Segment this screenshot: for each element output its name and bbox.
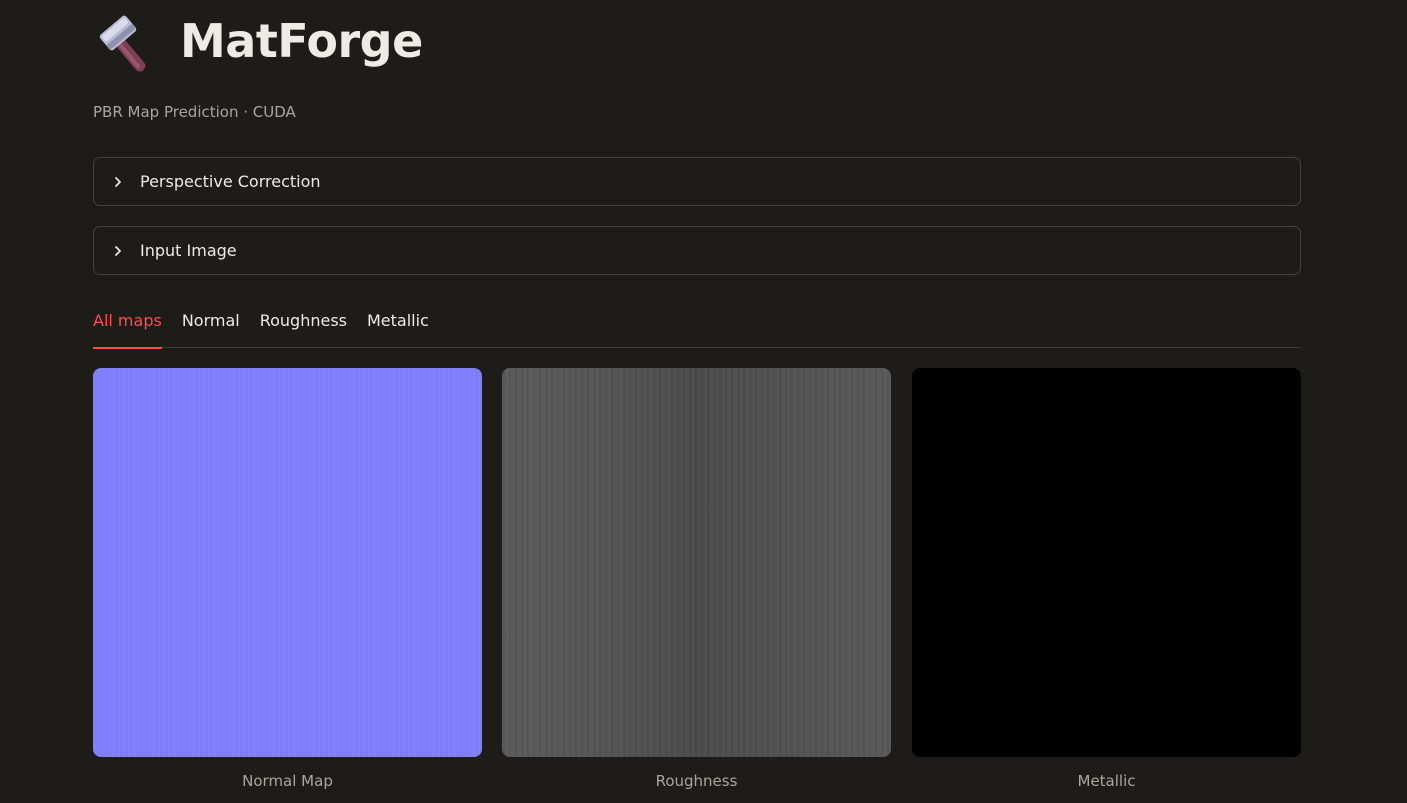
expander-label: Perspective Correction: [140, 172, 321, 191]
roughness-map-image[interactable]: [502, 368, 891, 757]
chevron-right-icon: [113, 176, 135, 188]
perspective-correction-expander[interactable]: Perspective Correction: [93, 157, 1301, 206]
normal-map-image[interactable]: [93, 368, 482, 757]
maps-grid: Normal Map Roughness Metallic: [93, 368, 1301, 798]
tab-normal[interactable]: Normal: [182, 306, 240, 348]
roughness-map-caption: Roughness: [655, 772, 738, 790]
app-header: MatForge: [93, 6, 423, 76]
input-image-expander[interactable]: Input Image: [93, 226, 1301, 275]
tab-metallic[interactable]: Metallic: [367, 306, 429, 348]
page-title: MatForge: [180, 14, 423, 68]
normal-map-caption: Normal Map: [242, 772, 333, 790]
page-subtitle: PBR Map Prediction · CUDA: [93, 103, 296, 121]
metallic-map-caption: Metallic: [1077, 772, 1136, 790]
hammer-icon: [93, 9, 163, 73]
expander-label: Input Image: [140, 241, 237, 260]
tab-all-maps[interactable]: All maps: [93, 306, 162, 349]
chevron-right-icon: [113, 245, 135, 257]
metallic-map-card: Metallic: [912, 368, 1301, 790]
map-tabs: All maps Normal Roughness Metallic: [93, 306, 1301, 349]
tab-roughness[interactable]: Roughness: [260, 306, 347, 348]
normal-map-card: Normal Map: [93, 368, 482, 790]
metallic-map-image[interactable]: [912, 368, 1301, 757]
roughness-map-card: Roughness: [502, 368, 891, 790]
app-root: MatForge PBR Map Prediction · CUDA Persp…: [0, 0, 1407, 803]
